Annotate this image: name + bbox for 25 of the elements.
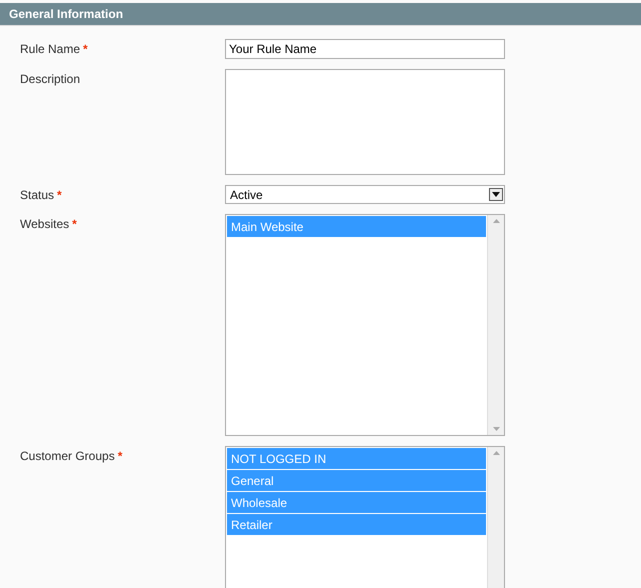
field-label: Customer Groups xyxy=(20,449,115,463)
list-option[interactable]: Main Website xyxy=(227,216,486,238)
field-label: Description xyxy=(20,72,80,86)
multi-select-list[interactable]: Main Website xyxy=(225,214,505,436)
description-field[interactable] xyxy=(225,69,505,175)
required-mark: * xyxy=(83,42,88,56)
required-mark: * xyxy=(118,449,122,463)
scrollbar[interactable] xyxy=(487,215,504,435)
status-dropdown[interactable]: Active xyxy=(225,185,505,204)
list-option[interactable]: General xyxy=(227,470,486,492)
multi-select-list[interactable]: NOT LOGGED IN General Wholesale Retailer xyxy=(225,446,505,588)
field-label: Websites xyxy=(20,217,70,231)
section-title: General Information xyxy=(9,7,124,21)
scroll-down-icon[interactable] xyxy=(492,427,500,431)
scroll-up-icon[interactable] xyxy=(492,219,500,223)
rule-name-field[interactable]: Your Rule Name xyxy=(225,39,505,59)
required-mark: * xyxy=(57,188,62,202)
field-label: Status xyxy=(20,188,54,202)
list-option[interactable]: Retailer xyxy=(227,514,486,536)
required-mark: * xyxy=(72,217,77,231)
scrollbar[interactable] xyxy=(487,447,504,588)
field-label: Rule Name xyxy=(20,42,80,56)
list-option[interactable]: Wholesale xyxy=(227,492,486,514)
scroll-up-icon[interactable] xyxy=(492,451,500,455)
list-option[interactable]: NOT LOGGED IN xyxy=(227,448,486,470)
